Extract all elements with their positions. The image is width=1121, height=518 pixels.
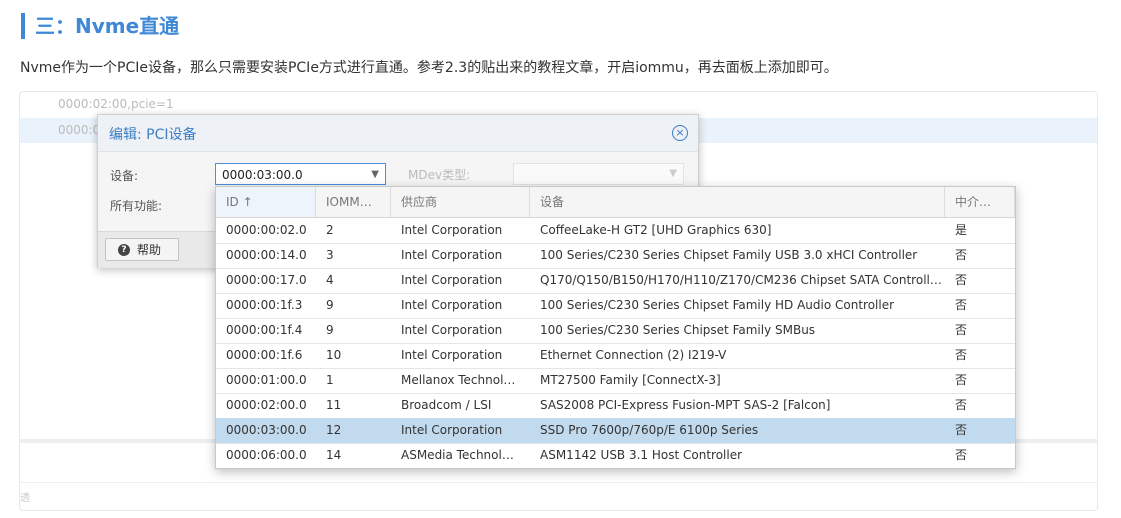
cell-vendor: Intel Corporation [401, 298, 503, 312]
cell-id: 0000:00:02.0 [226, 223, 307, 237]
cell-vendor: Broadcom / LSI [401, 398, 492, 412]
help-button-label: 帮助 [137, 243, 162, 257]
chevron-down-icon[interactable]: ▼ [371, 164, 379, 186]
cell-id: 0000:06:00.0 [226, 448, 307, 462]
column-header-vendor[interactable]: 供应商 [391, 187, 530, 217]
cell-vendor: Intel Corporation [401, 248, 503, 262]
cell-device: 100 Series/C230 Series Chipset Family HD… [540, 298, 895, 312]
cell-device: CoffeeLake-H GT2 [UHD Graphics 630] [540, 223, 772, 237]
cell-iommu: 3 [326, 248, 334, 262]
dialog-header: 编辑: PCI设备 × [98, 115, 698, 152]
mdev-type-combobox[interactable]: ▼ [513, 163, 684, 185]
all-functions-label: 所有功能: [110, 199, 163, 213]
cell-mediated: 否 [955, 448, 968, 462]
cell-vendor: Intel Corporation [401, 323, 503, 337]
device-combobox-value: 0000:03:00.0 [222, 168, 303, 182]
cell-vendor: Intel Corporation [401, 348, 503, 362]
cell-device: 100 Series/C230 Series Chipset Family SM… [540, 323, 816, 337]
cell-iommu: 9 [326, 323, 334, 337]
cell-vendor: Intel Corporation [401, 273, 503, 287]
article-paragraph: Nvme作为一个PCIe设备，那么只需要安装PCIe方式进行直通。参考2.3的贴… [20, 60, 838, 76]
column-header-device[interactable]: 设备 [530, 187, 945, 217]
article-heading: 三：Nvme直通 [21, 13, 179, 39]
cell-iommu: 2 [326, 223, 334, 237]
column-header-iommu[interactable]: IOMM… [316, 187, 391, 217]
table-row[interactable]: 0000:00:02.0 2 Intel Corporation CoffeeLake… [216, 218, 1015, 244]
cell-vendor: Mellanox Technol… [401, 373, 516, 387]
help-icon: ? [118, 244, 130, 256]
table-row[interactable]: 0000:01:00.0 1 Mellanox Technol… MT27500 Fa… [216, 368, 1015, 394]
cell-mediated: 否 [955, 273, 968, 287]
cell-iommu: 10 [326, 348, 342, 362]
dialog-title: 编辑: PCI设备 [109, 127, 197, 143]
cell-iommu: 11 [326, 398, 342, 412]
cell-device: Ethernet Connection (2) I219-V [540, 348, 727, 362]
pci-device-picker: ID ↑ IOMM… 供应商 设备 中介… 0000:00:02.0 2 Intel… [215, 186, 1016, 469]
panel-footer-text: 透 [20, 493, 30, 504]
table-row[interactable]: 0000:02:00.0 11 Broadcom / LSI SAS2008 PCI-… [216, 393, 1015, 419]
column-header-id[interactable]: ID ↑ [216, 187, 316, 217]
cell-iommu: 4 [326, 273, 334, 287]
table-header: ID ↑ IOMM… 供应商 设备 中介… [216, 187, 1015, 218]
cell-device: ASM1142 USB 3.1 Host Controller [540, 448, 743, 462]
cell-iommu: 14 [326, 448, 342, 462]
cell-mediated: 是 [955, 223, 968, 237]
hardware-row-label: 0000:0 [58, 123, 101, 137]
cell-device: SAS2008 PCI-Express Fusion-MPT SAS-2 [Fa… [540, 398, 831, 412]
cell-iommu: 1 [326, 373, 334, 387]
device-label: 设备: [110, 169, 139, 183]
column-header-mediated[interactable]: 中介… [945, 187, 1015, 217]
cell-mediated: 否 [955, 248, 968, 262]
close-icon[interactable]: × [672, 125, 688, 141]
cell-mediated: 否 [955, 373, 968, 387]
cell-vendor: Intel Corporation [401, 223, 503, 237]
cell-iommu: 12 [326, 423, 342, 437]
cell-mediated: 否 [955, 298, 968, 312]
table-row[interactable]: 0000:00:1f.6 10 Intel Corporation Ethernet … [216, 343, 1015, 369]
cell-iommu: 9 [326, 298, 334, 312]
cell-mediated: 否 [955, 348, 968, 362]
cell-id: 0000:02:00.0 [226, 398, 307, 412]
chevron-down-icon: ▼ [669, 168, 677, 179]
cell-id: 0000:00:17.0 [226, 273, 307, 287]
cell-mediated: 否 [955, 398, 968, 412]
cell-device: 100 Series/C230 Series Chipset Family US… [540, 248, 918, 262]
cell-device: MT27500 Family [ConnectX-3] [540, 373, 721, 387]
mdev-type-label: MDev类型: [408, 168, 471, 182]
cell-id: 0000:00:14.0 [226, 248, 307, 262]
device-combobox[interactable]: 0000:03:00.0 ▼ [215, 163, 386, 185]
cell-id: 0000:00:1f.4 [226, 323, 303, 337]
table-row[interactable]: 0000:00:17.0 4 Intel Corporation Q170/Q150/… [216, 268, 1015, 294]
cell-mediated: 否 [955, 423, 968, 437]
help-button[interactable]: ? 帮助 [105, 238, 179, 261]
table-row[interactable]: 0000:00:1f.4 9 Intel Corporation 100 Series… [216, 318, 1015, 344]
cell-id: 0000:01:00.0 [226, 373, 307, 387]
cell-mediated: 否 [955, 323, 968, 337]
table-row[interactable]: 0000:00:14.0 3 Intel Corporation 100 Series… [216, 243, 1015, 269]
panel-divider [20, 482, 1097, 483]
cell-device: Q170/Q150/B150/H170/H110/Z170/CM236 Chip… [540, 273, 942, 287]
table-row[interactable]: 0000:00:1f.3 9 Intel Corporation 100 Series… [216, 293, 1015, 319]
table-row[interactable]: 0000:06:00.0 14 ASMedia Technol… ASM1142 US… [216, 443, 1015, 468]
table-row[interactable]: 0000:03:00.0 12 Intel Corporation SSD Pro 7… [216, 418, 1015, 444]
cell-vendor: Intel Corporation [401, 423, 503, 437]
cell-device: SSD Pro 7600p/760p/E 6100p Series [540, 423, 759, 437]
cell-id: 0000:03:00.0 [226, 423, 307, 437]
cell-id: 0000:00:1f.3 [226, 298, 303, 312]
cell-id: 0000:00:1f.6 [226, 348, 303, 362]
cell-vendor: ASMedia Technol… [401, 448, 514, 462]
